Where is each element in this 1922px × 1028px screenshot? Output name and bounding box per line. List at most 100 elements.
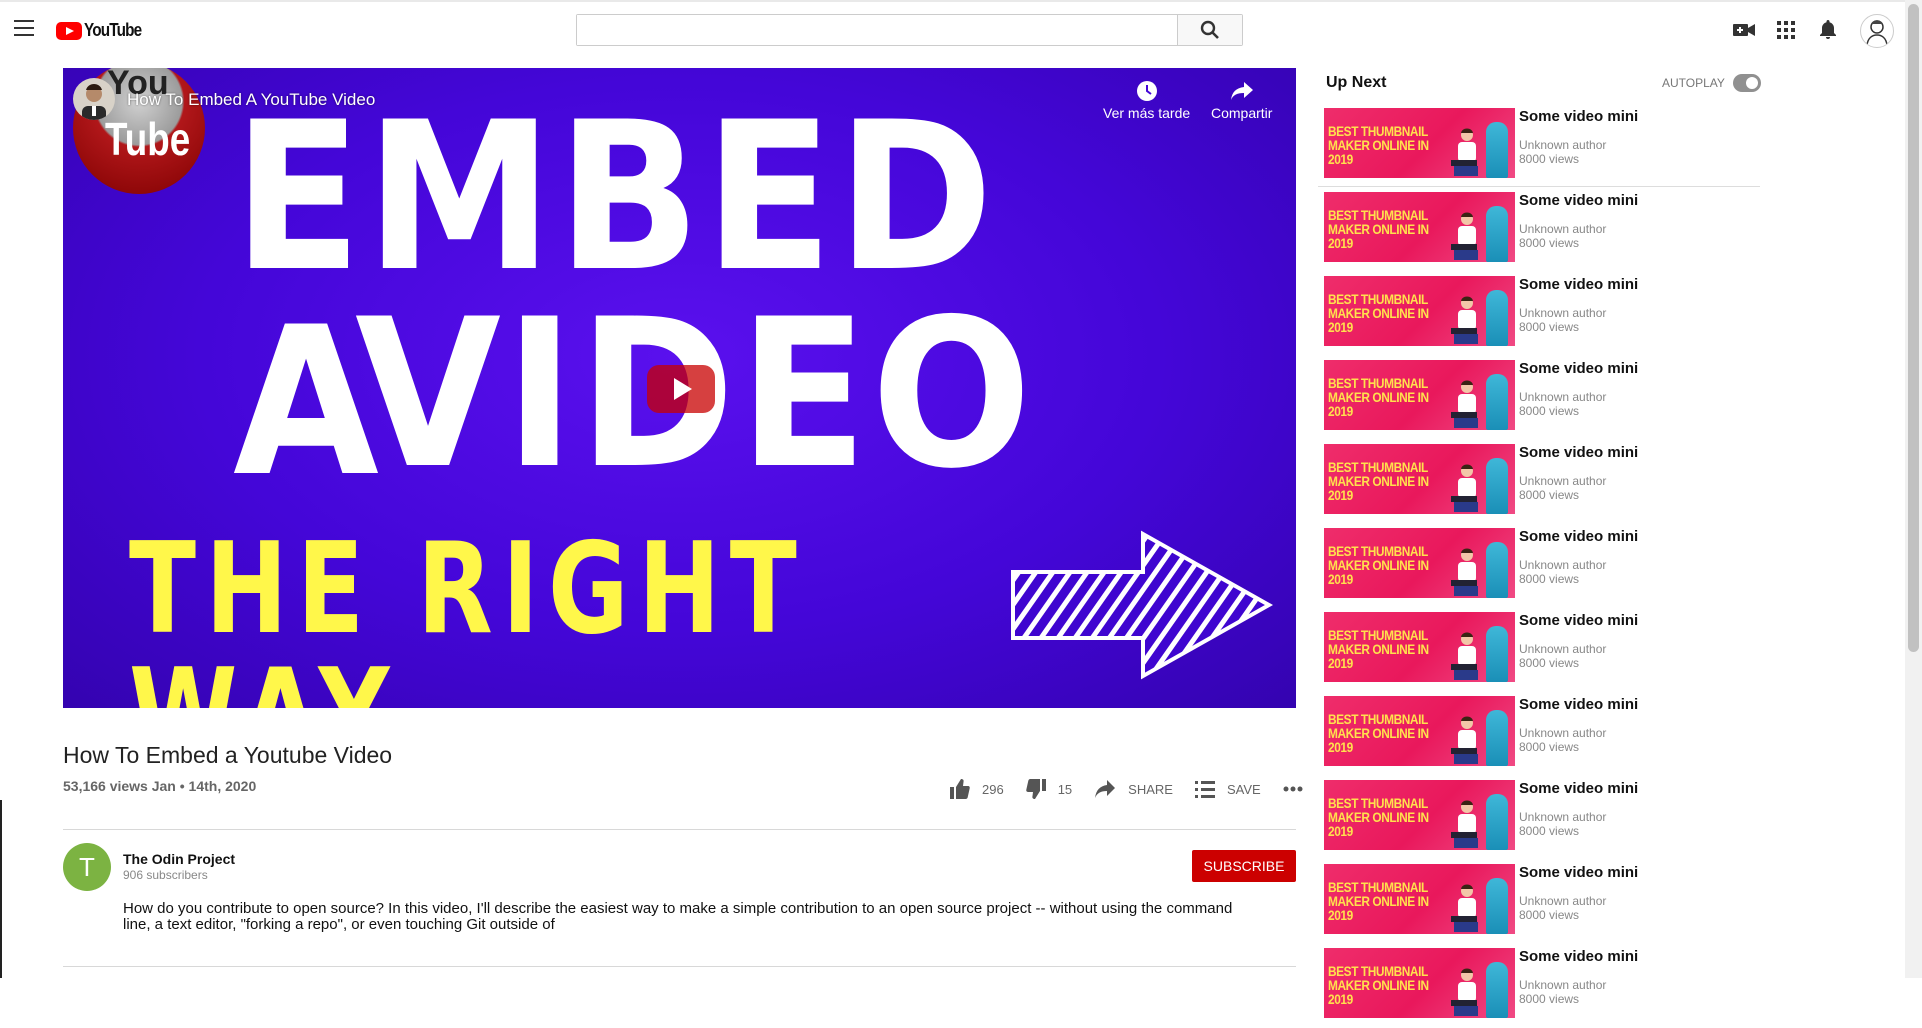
share-icon bbox=[1095, 780, 1116, 798]
more-button[interactable] bbox=[1283, 786, 1315, 792]
up-next-author: Unknown author bbox=[1519, 558, 1607, 572]
up-next-views: 8000 views bbox=[1519, 656, 1580, 670]
search-input[interactable] bbox=[577, 15, 1177, 45]
menu-icon[interactable] bbox=[14, 20, 34, 36]
plant-illustration bbox=[1486, 794, 1508, 850]
up-next-thumbnail[interactable]: BEST THUMBNAIL MAKER ONLINE IN 2019 bbox=[1324, 192, 1515, 262]
watch-later-button[interactable]: Ver más tarde bbox=[1103, 80, 1190, 121]
dislike-count: 15 bbox=[1057, 781, 1073, 797]
up-next-author: Unknown author bbox=[1519, 642, 1607, 656]
up-next-title-text: Some video mini bbox=[1519, 864, 1639, 881]
up-next-item[interactable]: BEST THUMBNAIL MAKER ONLINE IN 2019 Some vi… bbox=[1318, 608, 1760, 692]
up-next-author: Unknown author bbox=[1519, 894, 1607, 908]
plant-illustration bbox=[1486, 710, 1508, 766]
save-button[interactable]: SAVE bbox=[1194, 780, 1261, 798]
up-next-thumbnail[interactable]: BEST THUMBNAIL MAKER ONLINE IN 2019 bbox=[1324, 696, 1515, 766]
up-next-item[interactable]: BEST THUMBNAIL MAKER ONLINE IN 2019 Some vi… bbox=[1318, 188, 1760, 272]
up-next-title-text: Some video mini bbox=[1519, 948, 1639, 965]
clock-icon bbox=[1136, 81, 1157, 101]
youtube-logo-icon bbox=[56, 21, 82, 40]
up-next-item[interactable]: BEST THUMBNAIL MAKER ONLINE IN 2019 Some vi… bbox=[1318, 776, 1760, 860]
up-next-thumbnail[interactable]: BEST THUMBNAIL MAKER ONLINE IN 2019 bbox=[1324, 528, 1515, 598]
thumbnail-text: BEST THUMBNAIL MAKER ONLINE IN 2019 bbox=[1328, 207, 1429, 251]
plant-illustration bbox=[1486, 206, 1508, 262]
subscribe-button[interactable]: SUBSCRIBE bbox=[1192, 850, 1296, 882]
up-next-thumbnail[interactable]: BEST THUMBNAIL MAKER ONLINE IN 2019 bbox=[1324, 444, 1515, 514]
up-next-thumbnail[interactable]: BEST THUMBNAIL MAKER ONLINE IN 2019 bbox=[1324, 948, 1515, 1018]
up-next-title-text: Some video mini bbox=[1519, 528, 1639, 545]
thumbnail-text: BEST THUMBNAIL MAKER ONLINE IN 2019 bbox=[1328, 795, 1429, 839]
thumbnail-text: BEST THUMBNAIL MAKER ONLINE IN 2019 bbox=[1328, 291, 1429, 335]
person-illustration bbox=[1451, 380, 1478, 428]
plant-illustration bbox=[1486, 374, 1508, 430]
up-next-views: 8000 views bbox=[1519, 320, 1580, 334]
up-next-title-text: Some video mini bbox=[1519, 276, 1639, 293]
up-next-item[interactable]: BEST THUMBNAIL MAKER ONLINE IN 2019 Some vi… bbox=[1318, 440, 1760, 524]
up-next-item[interactable]: BEST THUMBNAIL MAKER ONLINE IN 2019 Some vi… bbox=[1318, 692, 1760, 776]
person-illustration bbox=[1451, 716, 1478, 764]
up-next-item[interactable]: BEST THUMBNAIL MAKER ONLINE IN 2019 Some vi… bbox=[1318, 356, 1760, 440]
up-next-title-text: Some video mini bbox=[1519, 780, 1639, 797]
up-next-item[interactable]: BEST THUMBNAIL MAKER ONLINE IN 2019 Some vi… bbox=[1318, 524, 1760, 608]
player-share-button[interactable]: Compartir bbox=[1211, 80, 1272, 121]
plant-illustration bbox=[1486, 962, 1508, 1018]
up-next-thumbnail[interactable]: BEST THUMBNAIL MAKER ONLINE IN 2019 bbox=[1324, 360, 1515, 430]
play-icon[interactable] bbox=[647, 365, 715, 413]
scrollbar-thumb[interactable] bbox=[1908, 4, 1919, 652]
divider bbox=[63, 829, 1296, 830]
uploader-avatar[interactable] bbox=[73, 78, 115, 120]
apps-icon[interactable] bbox=[1774, 18, 1798, 42]
up-next-author: Unknown author bbox=[1519, 474, 1607, 488]
scrollbar[interactable] bbox=[1905, 0, 1922, 978]
thumbnail-text: BEST THUMBNAIL MAKER ONLINE IN 2019 bbox=[1328, 459, 1429, 503]
bell-icon[interactable] bbox=[1816, 18, 1840, 42]
youtube-logo[interactable]: YouTube bbox=[56, 20, 151, 41]
up-next-author: Unknown author bbox=[1519, 306, 1607, 320]
person-illustration bbox=[1451, 632, 1478, 680]
up-next-author: Unknown author bbox=[1519, 138, 1607, 152]
divider bbox=[63, 966, 1296, 967]
up-next-thumbnail[interactable]: BEST THUMBNAIL MAKER ONLINE IN 2019 bbox=[1324, 276, 1515, 346]
player-overlay-title[interactable]: How To Embed A YouTube Video bbox=[127, 90, 375, 110]
up-next-thumbnail[interactable]: BEST THUMBNAIL MAKER ONLINE IN 2019 bbox=[1324, 108, 1515, 178]
like-count: 296 bbox=[982, 781, 1004, 797]
up-next-views: 8000 views bbox=[1519, 152, 1580, 166]
plant-illustration bbox=[1486, 626, 1508, 682]
channel-name[interactable]: The Odin Project bbox=[123, 851, 235, 867]
up-next-thumbnail[interactable]: BEST THUMBNAIL MAKER ONLINE IN 2019 bbox=[1324, 864, 1515, 934]
person-illustration bbox=[1451, 128, 1478, 176]
plant-illustration bbox=[1486, 290, 1508, 346]
dislike-button[interactable]: 15 bbox=[1025, 779, 1073, 799]
up-next-views: 8000 views bbox=[1519, 488, 1580, 502]
up-next-title-text: Some video mini bbox=[1519, 444, 1639, 461]
share-button[interactable]: SHARE bbox=[1094, 779, 1173, 799]
person-illustration bbox=[1451, 800, 1478, 848]
up-next-item[interactable]: BEST THUMBNAIL MAKER ONLINE IN 2019 Some vi… bbox=[1318, 272, 1760, 356]
save-label: SAVE bbox=[1226, 781, 1261, 797]
video-player[interactable]: EMBED A VIDEO THE RIGHT WAY You Tube How… bbox=[63, 68, 1296, 708]
thumbnail-text: BEST THUMBNAIL MAKER ONLINE IN 2019 bbox=[1328, 711, 1429, 755]
video-description: How do you contribute to open source? In… bbox=[123, 900, 1233, 933]
video-meta: 53,166 views Jan • 14th, 2020 bbox=[63, 778, 257, 794]
video-camera-icon[interactable] bbox=[1732, 18, 1756, 42]
video-title: How To Embed a Youtube Video bbox=[63, 742, 393, 768]
logo-text: YouTube bbox=[84, 20, 142, 40]
search-button[interactable] bbox=[1177, 15, 1242, 45]
up-next-author: Unknown author bbox=[1519, 390, 1607, 404]
account-icon[interactable] bbox=[1860, 14, 1894, 48]
autoplay-toggle[interactable] bbox=[1733, 74, 1761, 92]
like-button[interactable]: 296 bbox=[950, 779, 1004, 799]
plant-illustration bbox=[1486, 878, 1508, 934]
channel-avatar[interactable]: T bbox=[63, 843, 111, 891]
watch-later-label: Ver más tarde bbox=[1103, 105, 1191, 121]
up-next-views: 8000 views bbox=[1519, 908, 1580, 922]
up-next-title-text: Some video mini bbox=[1519, 360, 1639, 377]
up-next-thumbnail[interactable]: BEST THUMBNAIL MAKER ONLINE IN 2019 bbox=[1324, 780, 1515, 850]
thumbnail-line-3: THE RIGHT WAY bbox=[129, 515, 807, 709]
up-next-item[interactable]: BEST THUMBNAIL MAKER ONLINE IN 2019 Some vi… bbox=[1318, 104, 1760, 187]
up-next-title-text: Some video mini bbox=[1519, 192, 1639, 209]
up-next-author: Unknown author bbox=[1519, 810, 1607, 824]
up-next-item[interactable]: BEST THUMBNAIL MAKER ONLINE IN 2019 Some vi… bbox=[1318, 860, 1760, 944]
up-next-thumbnail[interactable]: BEST THUMBNAIL MAKER ONLINE IN 2019 bbox=[1324, 612, 1515, 682]
up-next-item[interactable]: BEST THUMBNAIL MAKER ONLINE IN 2019 Some vi… bbox=[1318, 944, 1760, 1028]
